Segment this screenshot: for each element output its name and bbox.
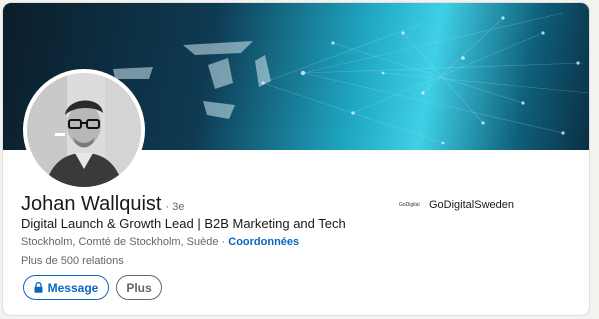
more-button[interactable]: Plus [116,275,162,300]
contact-info-link[interactable]: Coordonnées [228,236,299,248]
company-name: GoDigitalSweden [429,199,514,211]
profile-card: Johan Wallquist · 3e Digital Launch & Gr… [3,3,589,315]
message-button[interactable]: Message [23,275,109,300]
message-button-label: Message [47,280,99,295]
location-row: Stockholm, Comté de Stockholm, Suède · C… [21,236,299,248]
connections-count[interactable]: Plus de 500 relations [21,255,124,267]
more-button-label: Plus [126,280,152,295]
lock-icon [34,282,43,293]
profile-photo-frame[interactable] [23,69,145,191]
avatar-portrait [27,73,141,187]
connection-degree: · 3e [165,201,185,213]
name-row: Johan Wallquist · 3e [21,193,184,216]
current-company[interactable]: GoDigital GoDigitalSweden [399,198,514,212]
profile-location: Stockholm, Comté de Stockholm, Suède [21,236,219,248]
company-logo: GoDigital [399,202,420,208]
profile-headline: Digital Launch & Growth Lead | B2B Marke… [21,216,346,231]
avatar[interactable] [27,73,141,187]
profile-name: Johan Wallquist [21,193,162,215]
location-separator: · [218,236,229,248]
